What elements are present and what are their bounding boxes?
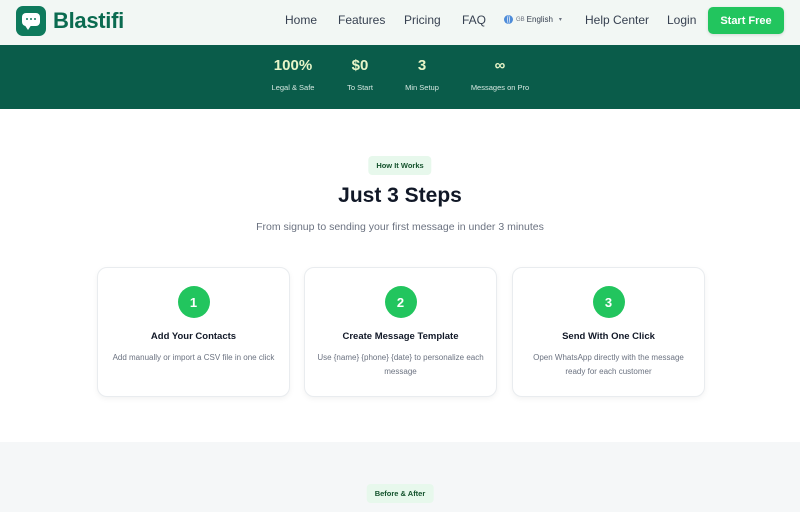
step-title: Send With One Click bbox=[562, 331, 655, 342]
stat-value: $0 bbox=[351, 57, 369, 74]
stat-messages: ∞ Messages on Pro bbox=[471, 57, 529, 92]
step-number: 2 bbox=[384, 286, 417, 318]
top-nav-bar: Blastifi Home Features Pricing FAQ GB En… bbox=[0, 0, 800, 45]
nav-features-link[interactable]: Features bbox=[338, 13, 385, 27]
stat-label: Min Setup bbox=[405, 83, 439, 92]
step-card-2: 2 Create Message Template Use {name} {ph… bbox=[304, 267, 497, 397]
start-free-button[interactable]: Start Free bbox=[708, 7, 784, 34]
step-description: Use {name} {phone} {date} to personalize… bbox=[317, 353, 484, 376]
stat-value: 100% bbox=[273, 57, 313, 74]
step-card-3: 3 Send With One Click Open WhatsApp dire… bbox=[512, 267, 705, 397]
stat-value: ∞ bbox=[494, 57, 506, 74]
before-after-section: Before & After bbox=[0, 442, 800, 512]
stat-label: To Start bbox=[347, 83, 373, 92]
stats-banner: 100% Legal & Safe $0 To Start 3 Min Setu… bbox=[0, 45, 800, 109]
brand-logo[interactable]: Blastifi bbox=[16, 6, 124, 36]
brand-name: Blastifi bbox=[53, 8, 124, 33]
chevron-down-icon: ▾ bbox=[558, 17, 562, 23]
chat-bubble-icon bbox=[16, 6, 46, 36]
step-title: Add Your Contacts bbox=[150, 331, 237, 342]
section-badge: Before & After bbox=[366, 484, 434, 503]
nav-help-center-link[interactable]: Help Center bbox=[585, 13, 649, 27]
language-prefix: GB bbox=[516, 16, 525, 23]
stat-label: Messages on Pro bbox=[470, 83, 530, 92]
section-title: Just 3 Steps bbox=[338, 184, 462, 207]
section-subtitle: From signup to sending your first messag… bbox=[256, 221, 544, 233]
step-description: Add manually or import a CSV file in one… bbox=[112, 353, 275, 362]
nav-login-link[interactable]: Login bbox=[667, 13, 696, 27]
step-title: Create Message Template bbox=[342, 331, 459, 342]
language-label: English bbox=[526, 15, 553, 24]
step-card-1: 1 Add Your Contacts Add manually or impo… bbox=[97, 267, 290, 397]
nav-pricing-link[interactable]: Pricing bbox=[404, 13, 441, 27]
step-number: 1 bbox=[177, 286, 210, 318]
section-badge: How It Works bbox=[368, 156, 432, 175]
stat-cost: $0 To Start bbox=[347, 57, 373, 92]
stat-legal: 100% Legal & Safe bbox=[272, 57, 315, 92]
step-description: Open WhatsApp directly with the message … bbox=[533, 353, 684, 376]
step-number: 3 bbox=[592, 286, 625, 318]
nav-home-link[interactable]: Home bbox=[285, 13, 317, 27]
language-selector[interactable]: GB English ▾ bbox=[504, 15, 562, 24]
stat-setup: 3 Min Setup bbox=[405, 57, 439, 92]
nav-faq-link[interactable]: FAQ bbox=[462, 13, 486, 27]
stat-label: Legal & Safe bbox=[271, 83, 315, 92]
stat-value: 3 bbox=[417, 57, 427, 74]
globe-icon bbox=[504, 15, 513, 24]
